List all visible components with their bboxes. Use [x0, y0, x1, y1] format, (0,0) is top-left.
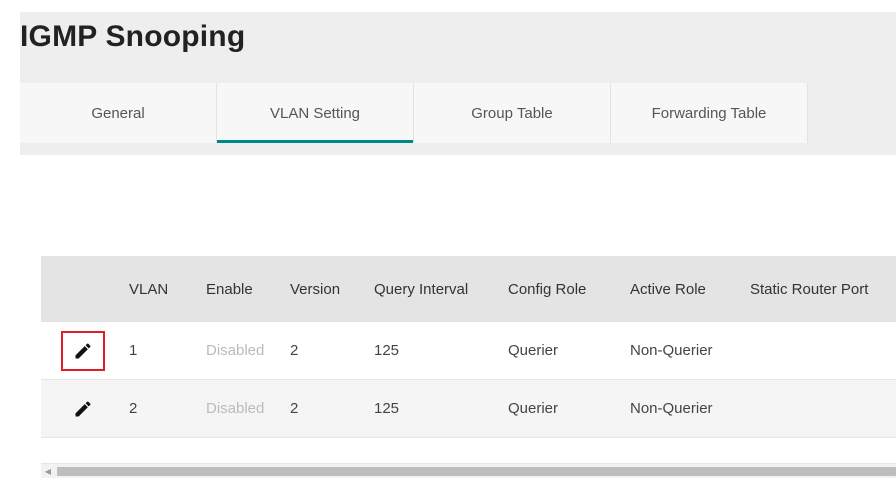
edit-button[interactable] — [61, 330, 105, 371]
header-enable: Enable — [206, 280, 253, 298]
header-active-role: Active Role — [630, 280, 706, 298]
table-header: VLAN Enable Version Query Interval Confi… — [41, 256, 896, 322]
header-vlan: VLAN — [129, 280, 169, 298]
page-title: IGMP Snooping — [20, 20, 246, 53]
table-row: 2 Disabled 2 125 Querier Non-Querier — [41, 380, 896, 438]
tab-group-table[interactable]: Group Table — [414, 83, 611, 143]
cell-active-role: Non-Querier — [630, 400, 713, 417]
header-config-role: Config Role — [508, 280, 587, 298]
cell-query-interval: 125 — [374, 342, 400, 359]
edit-button[interactable] — [61, 389, 105, 429]
scroll-left-icon[interactable]: ◀ — [41, 464, 55, 478]
cell-version: 2 — [290, 400, 299, 417]
tab-vlan-setting[interactable]: VLAN Setting — [217, 83, 414, 143]
tab-general[interactable]: General — [20, 83, 217, 143]
tab-forwarding-table[interactable]: Forwarding Table — [611, 83, 808, 143]
cell-config-role: Querier — [508, 400, 559, 417]
header-version: Version — [290, 280, 341, 298]
scrollbar-thumb[interactable] — [57, 467, 896, 476]
tab-bar: General VLAN Setting Group Table Forward… — [20, 83, 808, 143]
cell-active-role: Non-Querier — [630, 342, 713, 359]
table-row: 1 Disabled 2 125 Querier Non-Querier — [41, 322, 896, 380]
cell-enable: Disabled — [206, 342, 265, 359]
cell-config-role: Querier — [508, 342, 559, 359]
pencil-icon — [75, 342, 91, 358]
vlan-table: VLAN Enable Version Query Interval Confi… — [41, 256, 896, 438]
pencil-icon — [75, 400, 91, 416]
horizontal-scrollbar[interactable]: ◀ — [41, 463, 896, 478]
cell-query-interval: 125 — [374, 400, 400, 417]
header-static-router-port: Static Router Port — [750, 280, 869, 298]
header-query-interval: Query Interval — [374, 280, 469, 298]
cell-vlan: 2 — [129, 400, 138, 417]
page: IGMP Snooping General VLAN Setting Group… — [0, 0, 896, 478]
cell-version: 2 — [290, 342, 299, 359]
cell-enable: Disabled — [206, 400, 265, 417]
cell-vlan: 1 — [129, 342, 138, 359]
